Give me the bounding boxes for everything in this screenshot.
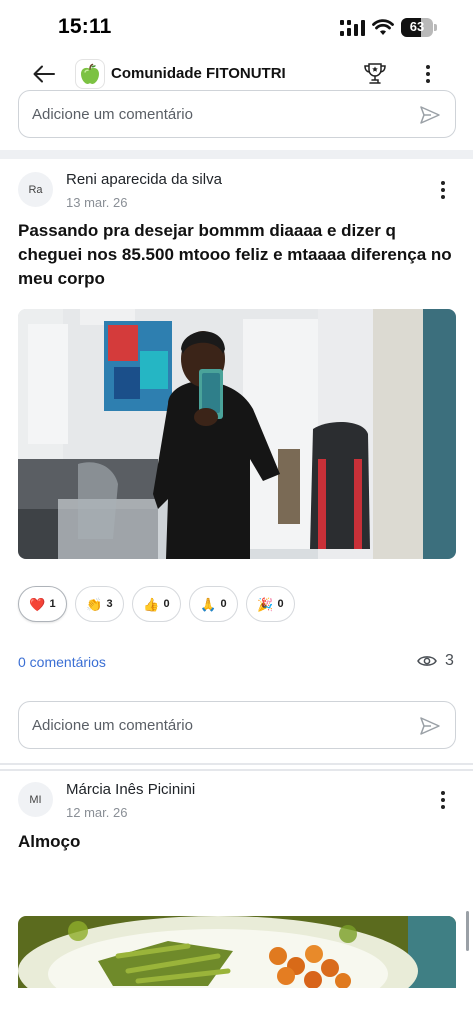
mirror-selfie-image: [18, 309, 456, 559]
comments-link[interactable]: 0 comentários: [18, 654, 106, 670]
post-divider: [0, 769, 473, 771]
send-icon[interactable]: [419, 104, 441, 126]
community-title: Comunidade FITONUTRI: [111, 65, 286, 82]
wifi-icon: [372, 19, 394, 35]
post-photo[interactable]: [18, 309, 456, 559]
battery-percent: 63: [409, 19, 425, 34]
comment-placeholder: Adicione um comentário: [32, 106, 193, 123]
reaction-pray-button[interactable]: 🙏 0: [189, 586, 238, 622]
more-vertical-icon: [426, 65, 430, 83]
post-options-button[interactable]: [432, 788, 454, 812]
reaction-count: 1: [49, 598, 56, 610]
community-logo: [75, 59, 105, 89]
post-options-button[interactable]: [432, 178, 454, 202]
comment-input-previous[interactable]: Adicione um comentário: [18, 90, 456, 138]
comment-input[interactable]: Adicione um comentário: [18, 701, 456, 749]
comment-placeholder: Adicione um comentário: [32, 717, 193, 734]
status-bar: 15:11 63: [0, 0, 473, 52]
author-name[interactable]: Márcia Inês Picinini: [66, 781, 195, 798]
lunch-plate-image: [18, 916, 456, 988]
send-icon[interactable]: [419, 715, 441, 737]
avatar[interactable]: Ra: [18, 172, 53, 207]
thumbs-up-emoji-icon: 👍: [143, 596, 160, 612]
reaction-count: 0: [277, 598, 284, 610]
post-photo[interactable]: [18, 916, 456, 988]
ranking-button[interactable]: [360, 60, 390, 88]
avatar[interactable]: MI: [18, 782, 53, 817]
views-count: 3: [445, 652, 454, 669]
post-divider: [0, 763, 473, 765]
post-divider: [0, 150, 473, 159]
arrow-left-icon: [33, 65, 55, 83]
views-counter: 3: [417, 652, 454, 670]
reaction-count: 3: [106, 598, 113, 610]
more-vertical-icon: [441, 181, 445, 199]
reaction-thumbs-up-button[interactable]: 👍 0: [132, 586, 181, 622]
author-name[interactable]: Reni aparecida da silva: [66, 171, 222, 188]
post-date: 13 mar. 26: [66, 195, 128, 210]
more-options-button[interactable]: [416, 60, 440, 88]
battery-indicator: 63: [401, 18, 437, 37]
cellular-signal-icon: [340, 20, 365, 36]
back-button[interactable]: [30, 60, 58, 88]
folded-hands-emoji-icon: 🙏: [200, 596, 217, 612]
post-date: 12 mar. 26: [66, 805, 128, 820]
reaction-count: 0: [163, 598, 170, 610]
more-vertical-icon: [441, 791, 445, 809]
scrollbar[interactable]: [466, 911, 469, 951]
green-apple-icon: [81, 63, 99, 84]
reaction-count: 0: [220, 598, 227, 610]
post-text: Almoço: [18, 832, 81, 851]
trophy-icon: [364, 63, 386, 84]
reaction-clap-button[interactable]: 👏 3: [75, 586, 124, 622]
clapping-hands-emoji-icon: 👏: [86, 596, 103, 612]
status-time: 15:11: [58, 15, 112, 38]
heart-emoji-icon: ❤️: [29, 596, 46, 612]
post-text: Passando pra desejar bommm diaaaa e dize…: [18, 221, 452, 288]
eye-icon: [417, 656, 437, 666]
party-popper-emoji-icon: 🎉: [257, 596, 274, 612]
reaction-heart-button[interactable]: ❤️ 1: [18, 586, 67, 622]
reaction-party-button[interactable]: 🎉 0: [246, 586, 295, 622]
